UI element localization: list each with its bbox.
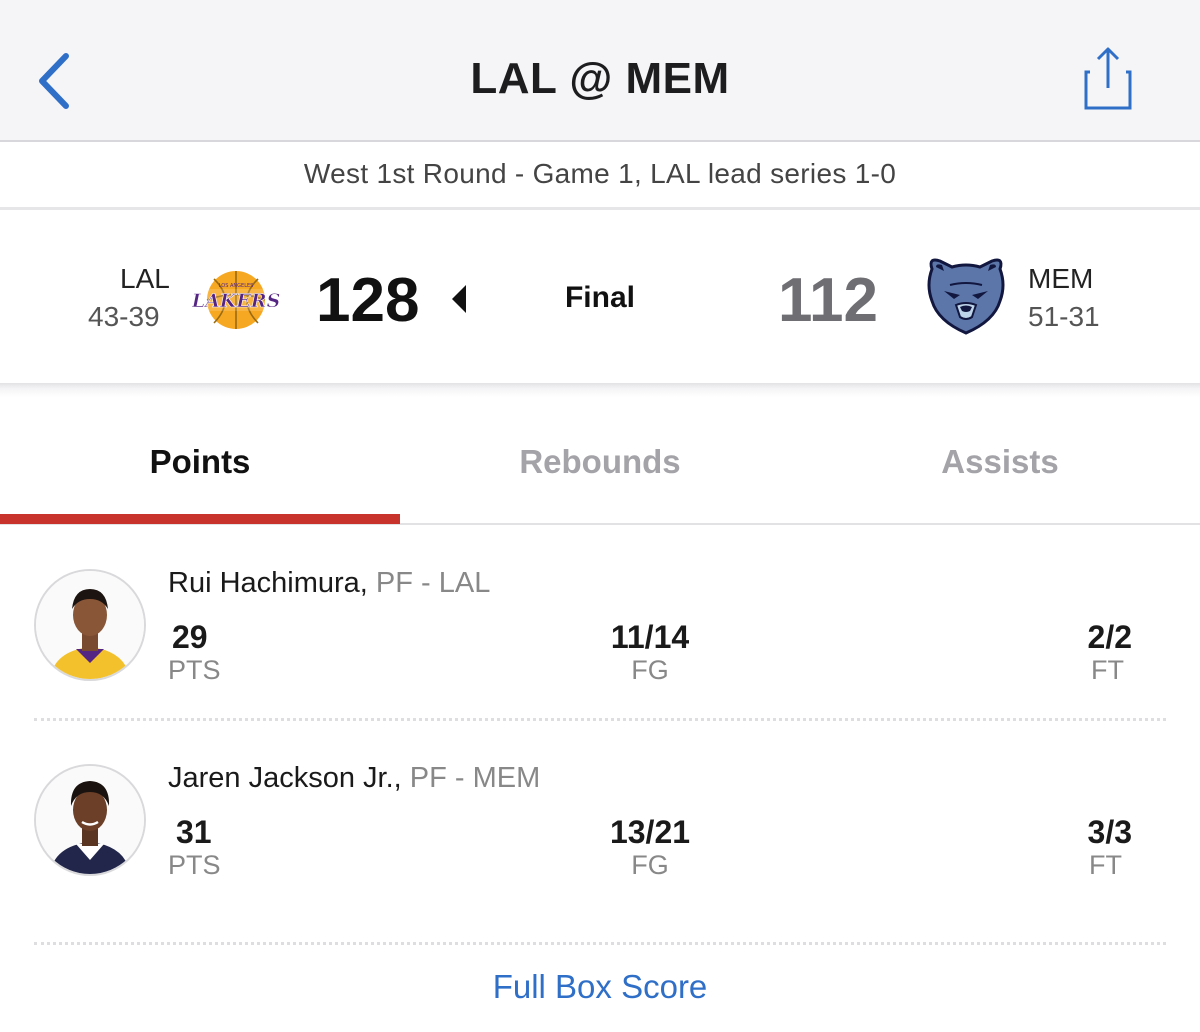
stat-fg-label: FG [631,655,669,685]
winner-arrow-icon [452,285,466,313]
stat-ft-value: 2/2 [1087,619,1132,655]
active-tab-indicator [0,514,400,524]
stat-pts-value: 29 [172,619,208,655]
scoreboard[interactable]: LAL 43-39 LAKERS LOS ANGELES 128 Final 1… [0,213,1200,385]
player-headshot-icon [36,571,144,679]
share-icon [1084,47,1132,110]
share-button[interactable] [1078,44,1138,114]
avatar [34,569,146,681]
home-team-abbr: MEM [1028,263,1094,294]
tab-points[interactable]: Points [0,397,400,525]
stat-ft-label: FT [1089,850,1122,880]
home-team-record: 51-31 [1028,301,1100,332]
game-status: Final [564,281,635,314]
player-position-team: PF - MEM [409,762,541,794]
away-team-record: 43-39 [88,301,160,332]
home-score: 112 [778,266,879,335]
stat-pts-value: 31 [176,814,212,850]
player-name: Rui Hachimura, [168,567,368,599]
stat-ft-value: 3/3 [1087,814,1132,850]
stat-fg-value: 13/21 [609,814,691,850]
away-team-abbr: LAL [120,263,170,294]
stat-fg-value: 11/14 [610,619,690,655]
page-title: LAL @ MEM [470,54,730,103]
grizzlies-logo [927,258,1005,335]
row-divider [34,942,1166,945]
row-divider [34,718,1166,721]
nav-bar: LAL @ MEM [0,0,1200,142]
away-score: 128 [316,266,420,335]
stat-pts-label: PTS [168,850,221,880]
player-position-team: PF - LAL [375,567,491,599]
tab-rebounds[interactable]: Rebounds [400,397,800,525]
stat-ft-label: FT [1091,655,1124,685]
stat-pts-label: PTS [168,655,221,685]
svg-text:LAKERS: LAKERS [192,290,280,312]
leader-row-mem[interactable]: Jaren Jackson Jr., PF - MEM 31 PTS 13/21… [0,750,1200,930]
player-headshot-icon [36,766,144,874]
stat-fg-label: FG [631,850,669,880]
avatar [34,764,146,876]
svg-text:LOS ANGELES: LOS ANGELES [219,283,254,289]
player-name-line: Rui Hachimura, PF - LAL [168,567,490,600]
series-info: West 1st Round - Game 1, LAL lead series… [0,142,1200,210]
full-box-score-link[interactable]: Full Box Score [0,968,1200,1006]
player-name: Jaren Jackson Jr., [168,762,402,794]
player-name-line: Jaren Jackson Jr., PF - MEM [168,762,540,795]
lakers-logo: LAKERS LOS ANGELES [192,271,280,329]
tab-assists[interactable]: Assists [800,397,1200,525]
leader-row-lal[interactable]: Rui Hachimura, PF - LAL 29 PTS 11/14 FG … [0,555,1200,735]
scoreboard-divider [0,383,1200,397]
stat-tabs: Points Rebounds Assists [0,397,1200,525]
